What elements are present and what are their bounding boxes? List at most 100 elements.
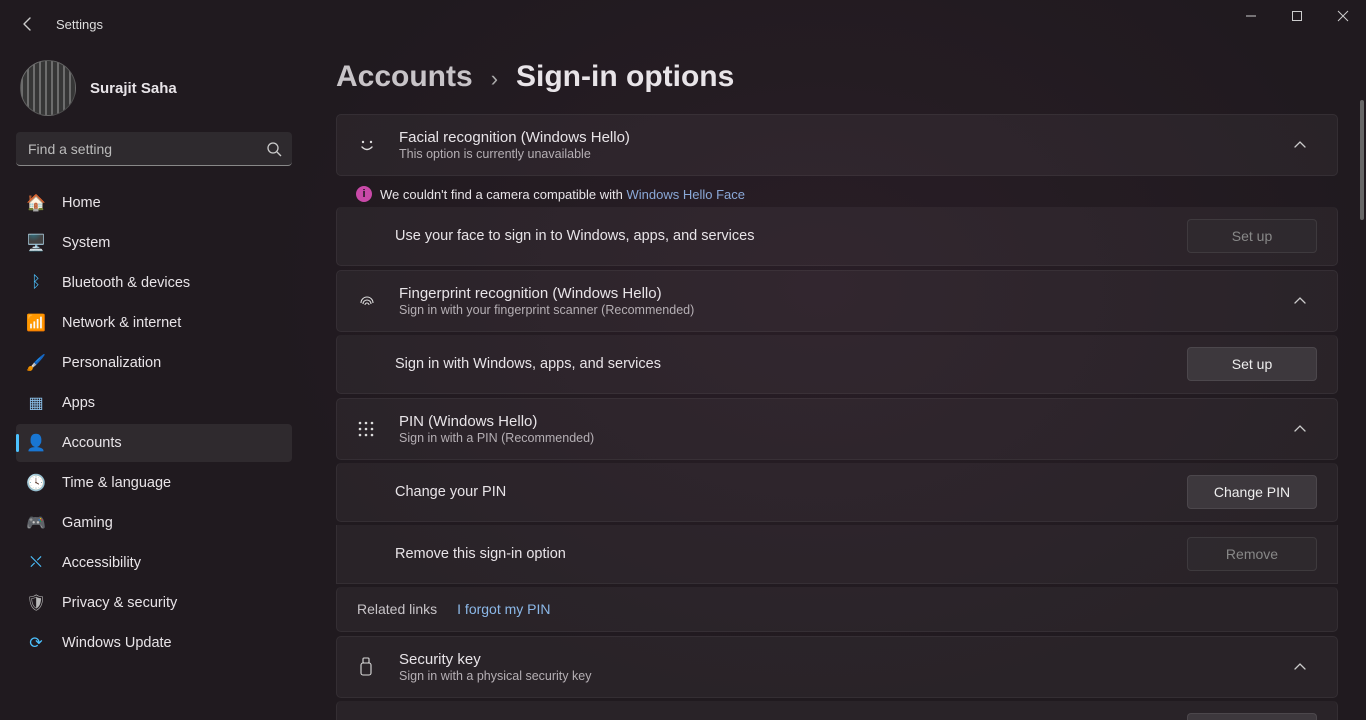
card-title: Facial recognition (Windows Hello) bbox=[399, 129, 1273, 146]
accessibility-icon: ⛌ bbox=[26, 554, 46, 572]
sidebar-item-label: Accounts bbox=[62, 435, 122, 451]
breadcrumb: Accounts › Sign-in options bbox=[336, 60, 1338, 94]
card-security-key: Security key Sign in with a physical sec… bbox=[336, 636, 1338, 698]
card-facial-recognition: Facial recognition (Windows Hello) This … bbox=[336, 114, 1338, 176]
home-icon: 🏠 bbox=[26, 193, 46, 213]
search-icon[interactable] bbox=[266, 141, 282, 157]
nav: 🏠 Home 🖥️ System ᛒBluetooth & devices 📶 Networ… bbox=[16, 184, 292, 662]
subrow-label: Change your PIN bbox=[395, 484, 1167, 500]
sidebar-item-privacy[interactable]: 🛡 Privacy & security bbox=[16, 584, 292, 622]
user-account-row[interactable]: Surajit Saha bbox=[16, 56, 292, 132]
sidebar-item-label: System bbox=[62, 235, 110, 251]
sidebar-item-label: Network & internet bbox=[62, 315, 181, 331]
related-links-row: Related links I forgot my PIN bbox=[336, 587, 1338, 632]
warning-row-facial: i We couldn't find a camera compatible w… bbox=[336, 180, 1338, 208]
sidebar-item-time[interactable]: 🕓 Time & language bbox=[16, 464, 292, 502]
chevron-up-icon bbox=[1293, 660, 1317, 674]
card-header-facial[interactable]: Facial recognition (Windows Hello) This … bbox=[337, 115, 1337, 175]
sidebar-item-apps[interactable]: ▦ Apps bbox=[16, 384, 292, 422]
card-title: Security key bbox=[399, 651, 1273, 668]
subrow-label: Use your face to sign in to Windows, app… bbox=[395, 228, 1167, 244]
sidebar-item-bluetooth[interactable]: ᛒBluetooth & devices bbox=[16, 264, 292, 302]
security-key-icon bbox=[357, 657, 379, 677]
fingerprint-icon bbox=[357, 291, 379, 311]
subrow-fingerprint-setup: Sign in with Windows, apps, and services… bbox=[336, 335, 1338, 394]
change-pin-button[interactable]: Change PIN bbox=[1187, 475, 1317, 509]
card-pin: PIN (Windows Hello) Sign in with a PIN (… bbox=[336, 398, 1338, 460]
titlebar: Settings bbox=[0, 0, 1366, 48]
sidebar-item-label: Home bbox=[62, 195, 101, 211]
sidebar-item-label: Time & language bbox=[62, 475, 171, 491]
minimize-button[interactable] bbox=[1228, 0, 1274, 32]
apps-icon: ▦ bbox=[26, 393, 46, 413]
sidebar-item-home[interactable]: 🏠 Home bbox=[16, 184, 292, 222]
close-button[interactable] bbox=[1320, 0, 1366, 32]
sidebar: Surajit Saha 🏠 Home 🖥️ System ᛒBluetooth & d… bbox=[0, 48, 308, 720]
gaming-icon: 🎮 bbox=[26, 513, 46, 533]
avatar bbox=[20, 60, 76, 116]
sidebar-item-system[interactable]: 🖥️ System bbox=[16, 224, 292, 262]
card-subtitle: This option is currently unavailable bbox=[399, 147, 1273, 161]
forgot-pin-link[interactable]: I forgot my PIN bbox=[457, 601, 550, 617]
manage-security-key-button[interactable]: Manage bbox=[1187, 713, 1317, 720]
chevron-up-icon bbox=[1293, 138, 1317, 152]
maximize-icon bbox=[1291, 10, 1303, 22]
pin-keypad-icon bbox=[357, 420, 379, 438]
card-header-fingerprint[interactable]: Fingerprint recognition (Windows Hello) … bbox=[337, 271, 1337, 331]
card-header-security-key[interactable]: Security key Sign in with a physical sec… bbox=[337, 637, 1337, 697]
main-content: Accounts › Sign-in options Facial recogn… bbox=[308, 48, 1366, 720]
chevron-right-icon: › bbox=[491, 66, 498, 92]
sidebar-item-accessibility[interactable]: ⛌ Accessibility bbox=[16, 544, 292, 582]
sidebar-item-label: Accessibility bbox=[62, 555, 141, 571]
sidebar-item-personalization[interactable]: 🖌️ Personalization bbox=[16, 344, 292, 382]
setup-fingerprint-button[interactable]: Set up bbox=[1187, 347, 1317, 381]
breadcrumb-parent[interactable]: Accounts bbox=[336, 60, 473, 94]
network-icon: 📶 bbox=[26, 313, 46, 333]
user-name: Surajit Saha bbox=[90, 80, 177, 97]
system-icon: 🖥️ bbox=[26, 233, 46, 253]
subrow-label: Remove this sign-in option bbox=[395, 546, 1167, 562]
subrow-change-pin: Change your PIN Change PIN bbox=[336, 463, 1338, 522]
card-subtitle: Sign in with your fingerprint scanner (R… bbox=[399, 303, 1273, 317]
privacy-icon: 🛡 bbox=[26, 593, 46, 613]
setup-facial-button: Set up bbox=[1187, 219, 1317, 253]
accounts-icon: 👤 bbox=[26, 433, 46, 453]
sidebar-item-label: Personalization bbox=[62, 355, 161, 371]
subrow-facial-setup: Use your face to sign in to Windows, app… bbox=[336, 207, 1338, 266]
sidebar-item-accounts[interactable]: 👤 Accounts bbox=[16, 424, 292, 462]
related-links-label: Related links bbox=[357, 601, 437, 617]
face-icon bbox=[357, 135, 379, 155]
app-title: Settings bbox=[56, 17, 103, 32]
sidebar-item-label: Privacy & security bbox=[62, 595, 177, 611]
card-title: PIN (Windows Hello) bbox=[399, 413, 1273, 430]
close-icon bbox=[1337, 10, 1349, 22]
sidebar-item-gaming[interactable]: 🎮 Gaming bbox=[16, 504, 292, 542]
maximize-button[interactable] bbox=[1274, 0, 1320, 32]
sidebar-item-network[interactable]: 📶 Network & internet bbox=[16, 304, 292, 342]
subrow-security-key-manage: Sign in to apps with a physical security… bbox=[336, 701, 1338, 720]
sidebar-item-label: Apps bbox=[62, 395, 95, 411]
info-icon: i bbox=[356, 186, 372, 202]
personalization-icon: 🖌️ bbox=[26, 353, 46, 373]
card-title: Fingerprint recognition (Windows Hello) bbox=[399, 285, 1273, 302]
chevron-up-icon bbox=[1293, 294, 1317, 308]
subrow-label: Sign in with Windows, apps, and services bbox=[395, 356, 1167, 372]
card-subtitle: Sign in with a physical security key bbox=[399, 669, 1273, 683]
time-icon: 🕓 bbox=[26, 473, 46, 493]
subrow-remove-pin: Remove this sign-in option Remove bbox=[336, 525, 1338, 584]
minimize-icon bbox=[1245, 10, 1257, 22]
card-subtitle: Sign in with a PIN (Recommended) bbox=[399, 431, 1273, 445]
chevron-up-icon bbox=[1293, 422, 1317, 436]
card-header-pin[interactable]: PIN (Windows Hello) Sign in with a PIN (… bbox=[337, 399, 1337, 459]
sidebar-item-update[interactable]: ⟳ Windows Update bbox=[16, 624, 292, 662]
remove-pin-button: Remove bbox=[1187, 537, 1317, 571]
warning-text: We couldn't find a camera compatible wit… bbox=[380, 187, 745, 202]
update-icon: ⟳ bbox=[26, 633, 46, 653]
sidebar-item-label: Windows Update bbox=[62, 635, 172, 651]
bluetooth-icon: ᛒ bbox=[26, 274, 46, 292]
back-button[interactable] bbox=[12, 8, 44, 40]
card-fingerprint-recognition: Fingerprint recognition (Windows Hello) … bbox=[336, 270, 1338, 332]
search-input[interactable] bbox=[16, 132, 292, 166]
sidebar-item-label: Gaming bbox=[62, 515, 113, 531]
search-box bbox=[16, 132, 292, 166]
